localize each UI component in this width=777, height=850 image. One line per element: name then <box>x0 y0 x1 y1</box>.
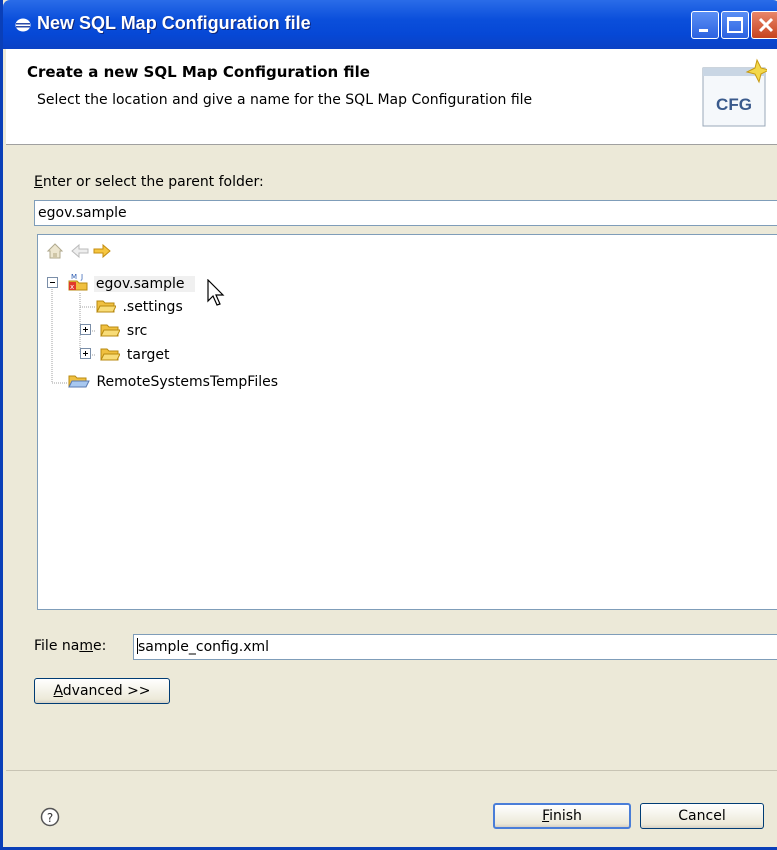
folder-icon <box>96 300 117 313</box>
tree-item-label: target <box>126 347 170 363</box>
button-bar-divider <box>6 770 777 771</box>
cfg-icon-label: CFG <box>716 95 752 114</box>
header-title: Create a new SQL Map Configuration file <box>27 63 370 81</box>
finish-button[interactable]: Finish <box>493 803 631 829</box>
cfg-file-icon: CFG <box>702 58 767 127</box>
file-name-label: File name: <box>34 638 107 654</box>
eclipse-icon <box>15 18 31 32</box>
header-description: Select the location and give a name for … <box>37 92 533 108</box>
tree-item-remote-systems-temp-files[interactable]: RemoteSystemsTempFiles <box>68 373 280 390</box>
tree-item-label: RemoteSystemsTempFiles <box>96 374 279 390</box>
tree-item-label: egov.sample <box>93 276 195 292</box>
folder-tree[interactable]: M J x egov.sample .settings src target R… <box>37 234 777 610</box>
minimize-icon <box>699 29 708 32</box>
tree-item-label: .settings <box>122 299 183 315</box>
title-bar[interactable]: New SQL Map Configuration file <box>3 0 777 49</box>
file-name-input[interactable]: sample_config.xml <box>133 634 777 660</box>
svg-text:x: x <box>70 283 74 291</box>
maximize-button[interactable] <box>721 11 749 39</box>
minimize-button[interactable] <box>691 11 719 39</box>
maximize-icon <box>727 17 743 33</box>
expand-icon[interactable] <box>80 348 92 360</box>
window-title: New SQL Map Configuration file <box>37 13 311 33</box>
advanced-button[interactable]: Advanced >> <box>34 678 170 704</box>
close-button[interactable] <box>751 11 777 39</box>
svg-text:J: J <box>80 273 83 281</box>
tree-item-src[interactable]: src <box>80 322 149 339</box>
help-icon[interactable]: ? <box>40 807 60 827</box>
tree-item-settings[interactable]: .settings <box>96 298 185 315</box>
tree-item-label: src <box>126 323 148 339</box>
close-icon <box>758 17 774 33</box>
tree-item-target[interactable]: target <box>80 346 171 363</box>
svg-text:M: M <box>71 273 77 281</box>
expand-icon[interactable] <box>80 324 92 336</box>
folder-icon <box>100 324 122 337</box>
svg-text:?: ? <box>47 811 53 825</box>
collapse-icon[interactable] <box>47 277 59 289</box>
folder-icon <box>68 375 90 388</box>
cancel-button[interactable]: Cancel <box>640 803 764 829</box>
parent-folder-label: Enter or select the parent folder: <box>34 174 264 190</box>
dialog-window: New SQL Map Configuration file Create a … <box>0 0 777 850</box>
parent-folder-input[interactable]: egov.sample <box>34 200 777 226</box>
tree-item-egov-sample[interactable]: M J x egov.sample <box>47 272 195 292</box>
project-icon: M J x <box>68 273 88 291</box>
mouse-cursor-icon <box>207 279 225 306</box>
folder-icon <box>100 348 122 361</box>
